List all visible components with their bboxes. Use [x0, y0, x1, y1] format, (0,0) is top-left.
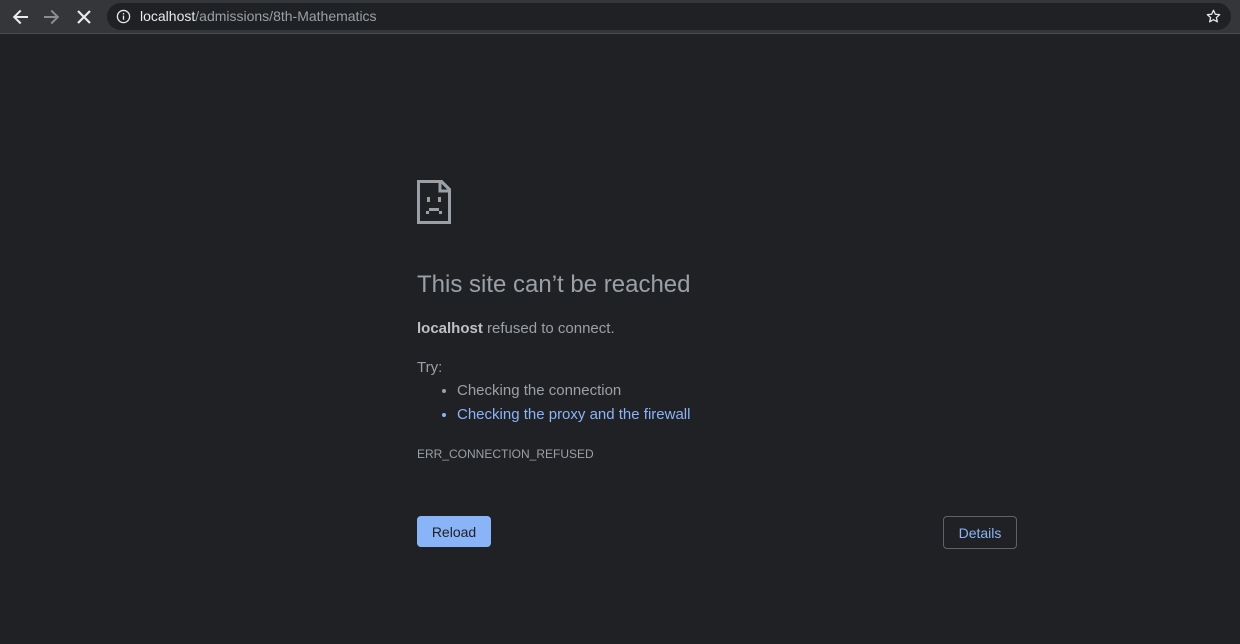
address-bar[interactable]: localhost/admissions/8th-Mathematics: [107, 3, 1231, 30]
url-path: /admissions/8th-Mathematics: [195, 8, 377, 24]
suggestion-check-proxy-firewall-link[interactable]: Checking the proxy and the firewall: [457, 406, 690, 430]
page-title: This site can’t be reached: [417, 271, 691, 298]
suggestion-check-connection: Checking the connection: [457, 382, 690, 406]
reload-button[interactable]: Reload: [417, 516, 491, 547]
browser-toolbar: localhost/admissions/8th-Mathematics: [0, 0, 1240, 34]
forward-button[interactable]: [39, 5, 65, 29]
try-label: Try:: [417, 359, 443, 376]
stop-button[interactable]: [71, 5, 97, 29]
star-icon[interactable]: [1205, 8, 1222, 25]
arrow-right-icon: [44, 9, 60, 25]
suggestion-list: Checking the connection Checking the pro…: [457, 382, 690, 430]
info-circle-icon[interactable]: [116, 9, 131, 24]
url-host: localhost: [140, 8, 196, 24]
error-message: refused to connect.: [482, 320, 615, 337]
back-button[interactable]: [7, 5, 33, 29]
error-host: localhost: [417, 320, 483, 337]
details-button[interactable]: Details: [943, 516, 1017, 549]
error-description: localhost refused to connect.: [417, 320, 615, 337]
close-icon: [77, 10, 91, 24]
url-text[interactable]: localhost/admissions/8th-Mathematics: [140, 8, 377, 24]
error-code: ERR_CONNECTION_REFUSED: [417, 447, 594, 461]
sad-document-icon: [417, 180, 451, 224]
arrow-left-icon: [12, 9, 28, 25]
